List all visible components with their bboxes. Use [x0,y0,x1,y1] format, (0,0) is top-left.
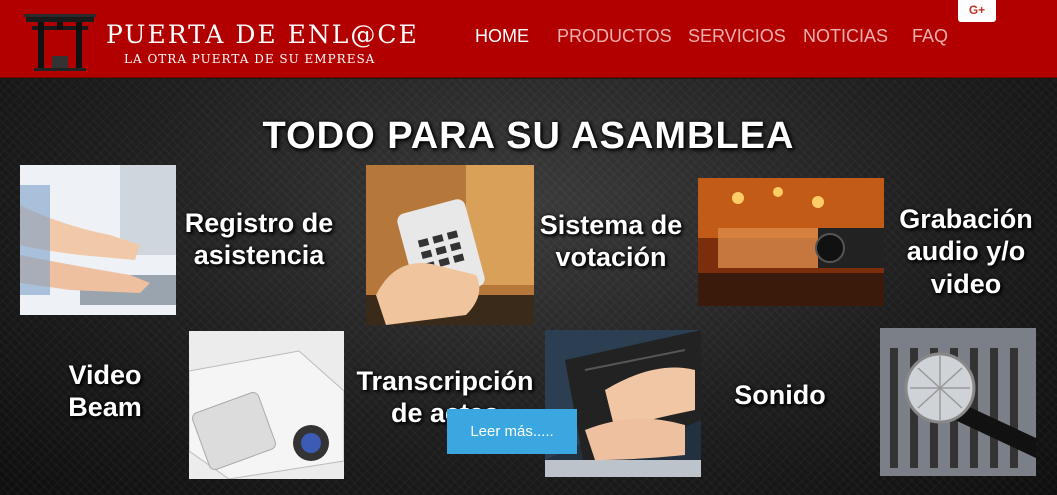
hero-banner: TODO PARA SU ASAMBLEA Registro de asiste… [0,79,1057,495]
microphone-photo [880,328,1036,476]
service-grabacion-label: Grabación audio y/o video [899,204,1033,299]
banner-title: TODO PARA SU ASAMBLEA [262,115,795,157]
read-more-button[interactable]: Leer más..... [447,409,577,454]
nav-productos[interactable]: PRODUCTOS [557,26,672,47]
nav-noticias[interactable]: NOTICIAS [803,26,888,47]
nav-home[interactable]: HOME [475,26,529,47]
laptop-typing-photo [545,330,701,477]
nav-servicios[interactable]: SERVICIOS [688,26,786,47]
service-registro-label: Registro de asistencia [184,208,334,271]
projector-photo [189,331,344,479]
main-nav: HOME PRODUCTOS SERVICIOS NOTICIAS FAQ [0,26,1057,52]
voting-remote-photo [366,165,534,325]
video-camera-photo [698,178,884,306]
service-sonido-label: Sonido [734,380,826,410]
google-plus-button[interactable]: G+ [958,0,996,22]
typing-hands-photo [20,165,176,315]
brand-subtitle: LA OTRA PUERTA DE SU EMPRESA [124,52,376,66]
site-header: PUERTA DE ENL@CE LA OTRA PUERTA DE SU EM… [0,0,1057,78]
service-votacion-label: Sistema de votación [539,210,683,273]
nav-faq[interactable]: FAQ [912,26,948,47]
service-videobeam-label: Video Beam [68,360,142,423]
